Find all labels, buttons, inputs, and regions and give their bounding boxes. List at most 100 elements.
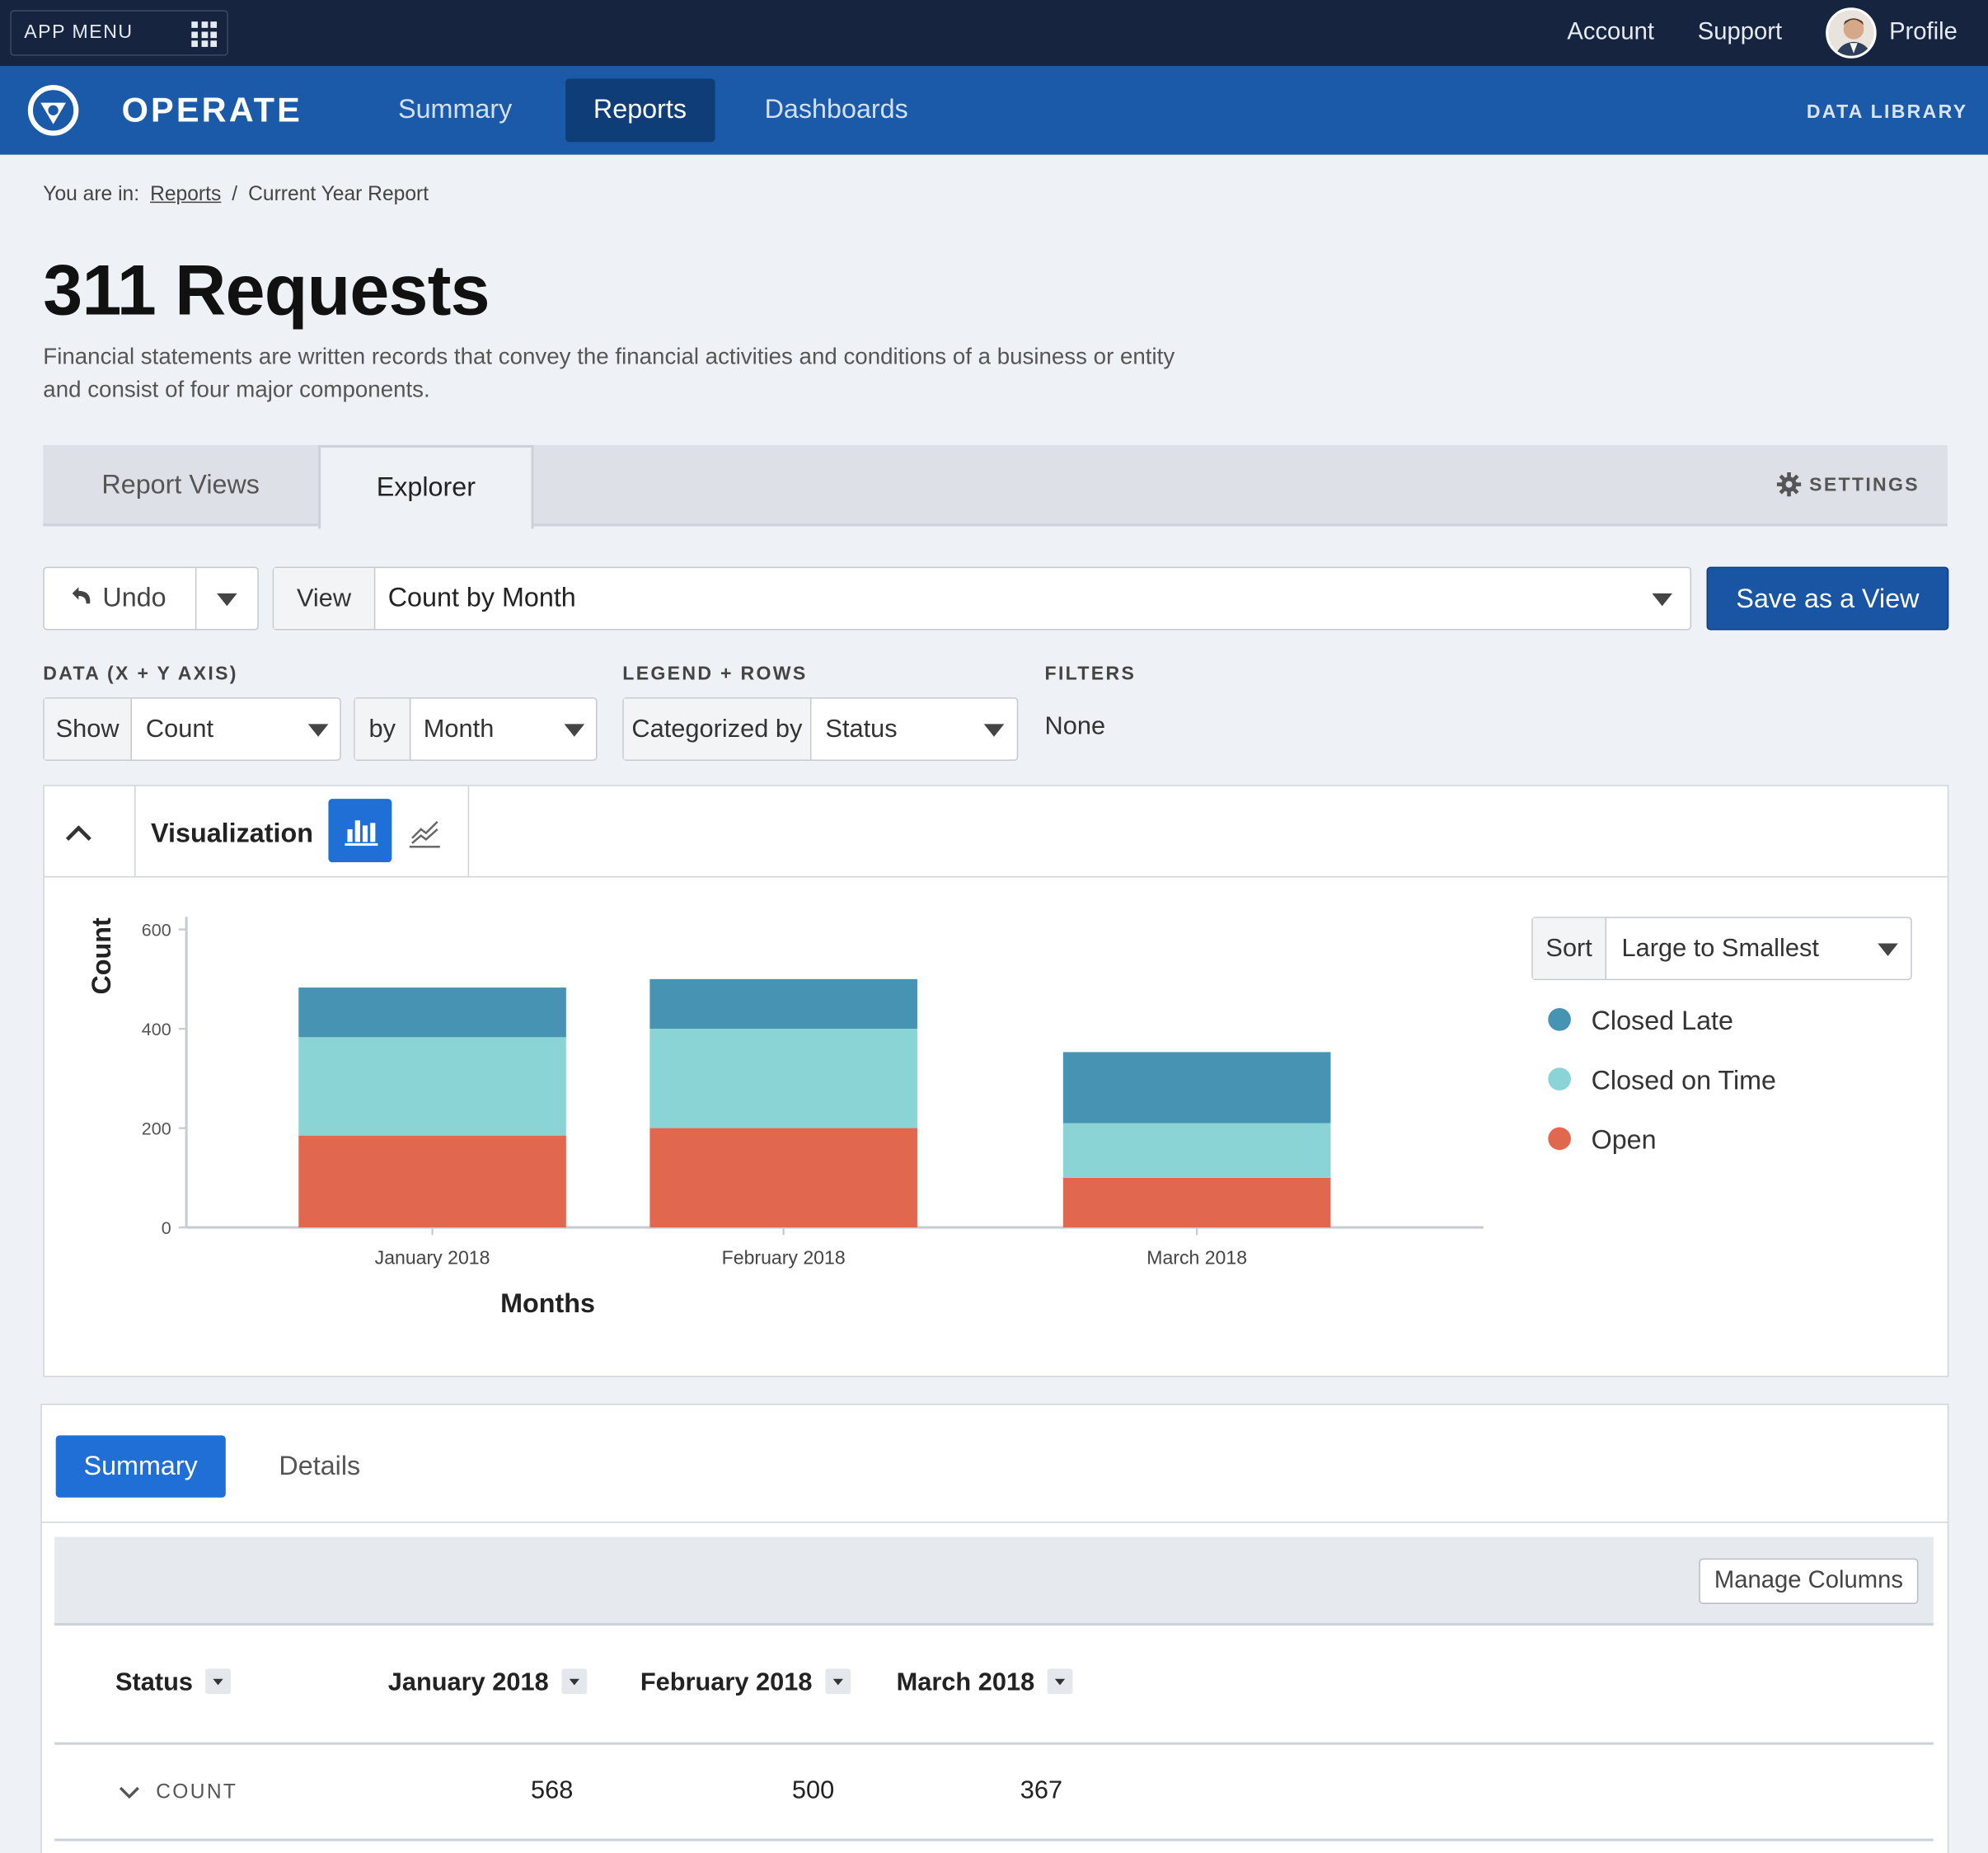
legend-swatch	[1548, 1008, 1571, 1032]
bar-segment	[298, 1037, 566, 1136]
visualization-panel: Visualization 0 200 400 600 Count Januar…	[43, 785, 1949, 1377]
top-bar: APP MENU Account Support Profile	[0, 0, 1988, 66]
legend-item-closed-late: Closed Late	[1548, 1006, 1733, 1037]
sort-select[interactable]: Sort Large to Smallest	[1531, 917, 1912, 981]
y-tick-label: 400	[142, 1020, 171, 1039]
by-select-prefix: by	[354, 698, 411, 760]
column-header-january[interactable]: January 2018	[388, 1668, 587, 1697]
page-title: 311 Requests	[43, 250, 490, 330]
manage-columns-button[interactable]: Manage Columns	[1699, 1558, 1919, 1604]
save-as-view-button[interactable]: Save as a View	[1706, 566, 1949, 631]
legend-swatch	[1548, 1128, 1571, 1151]
tab-summary[interactable]: Summary	[55, 1435, 226, 1498]
legend-item-open: Open	[1548, 1126, 1657, 1156]
categorized-select[interactable]: Categorized by Status	[622, 697, 1019, 761]
table-cell: 568	[530, 1776, 574, 1805]
filters-label: FILTERS	[1044, 663, 1137, 685]
categorized-select-prefix: Categorized by	[623, 698, 812, 760]
bar-segment	[1062, 1177, 1331, 1228]
tab-explorer[interactable]: Explorer	[318, 444, 534, 529]
undo-label: Undo	[102, 583, 166, 612]
app-menu-label: APP MENU	[24, 21, 134, 44]
filters-value[interactable]: None	[1045, 713, 1106, 742]
legend-item-closed-on-time: Closed on Time	[1548, 1067, 1776, 1097]
view-select[interactable]: View Count by Month	[272, 566, 1692, 631]
app-root: APP MENU Account Support Profile OPERATE…	[0, 0, 1988, 1853]
caret-down-icon[interactable]	[824, 1668, 851, 1694]
table-cell: 500	[791, 1776, 835, 1805]
profile-link[interactable]: Profile	[1889, 0, 1958, 66]
bar-chart-toggle[interactable]	[328, 799, 392, 863]
view-select-label: View	[274, 568, 376, 629]
bar-segment	[649, 978, 917, 1030]
caret-down-icon[interactable]	[1047, 1668, 1073, 1694]
bar-segment	[649, 1029, 917, 1128]
x-axis-title: Months	[500, 1288, 595, 1318]
main-nav: OPERATE Summary Reports Dashboards DATA …	[0, 65, 1988, 155]
y-tick-label: 600	[142, 920, 171, 940]
column-header-label: February 2018	[640, 1668, 813, 1697]
nav-tab-dashboards[interactable]: Dashboards	[737, 78, 936, 142]
logo-icon[interactable]	[26, 82, 82, 138]
nav-tab-summary[interactable]: Summary	[370, 78, 540, 142]
report-tabs: Report Views Explorer SETTINGS	[43, 444, 1948, 529]
sort-select-prefix: Sort	[1532, 917, 1607, 979]
column-header-march[interactable]: March 2018	[897, 1668, 1073, 1697]
show-select[interactable]: Show Count	[43, 697, 341, 761]
bar-segment	[1062, 1052, 1331, 1124]
collapse-button[interactable]	[45, 786, 136, 876]
show-select-prefix: Show	[44, 698, 132, 760]
page-description: Financial statements are written records…	[43, 343, 1175, 402]
x-tick-label: March 2018	[1146, 1247, 1247, 1269]
data-axis-label: DATA (X + Y AXIS)	[43, 663, 238, 685]
settings-button[interactable]: SETTINGS	[1776, 445, 1920, 526]
tab-details[interactable]: Details	[251, 1435, 388, 1497]
table-cell: 367	[1020, 1776, 1063, 1805]
stacked-bar-chart: 0 200 400 600 Count January 2018 February 2018…	[87, 917, 1484, 1318]
bar-segment	[1062, 1123, 1331, 1178]
tab-report-views[interactable]: Report Views	[43, 445, 318, 526]
breadcrumb: You are in: Reports / Current Year Repor…	[43, 184, 429, 207]
undo-button[interactable]: Undo	[70, 568, 166, 629]
undo-dropdown-button[interactable]	[196, 568, 258, 629]
y-axis-title: Count	[87, 917, 116, 995]
breadcrumb-link-reports[interactable]: Reports	[150, 184, 221, 205]
line-chart-icon	[409, 820, 440, 848]
account-link[interactable]: Account	[1567, 0, 1654, 66]
by-select[interactable]: by Month	[354, 697, 598, 761]
caret-down-icon[interactable]	[561, 1668, 587, 1694]
legend-swatch	[1548, 1067, 1571, 1091]
x-tick-label: January 2018	[375, 1247, 490, 1269]
divider	[54, 1742, 1934, 1745]
breadcrumb-separator: /	[232, 184, 238, 206]
visualization-title: Visualization	[151, 819, 313, 849]
column-header-february[interactable]: February 2018	[640, 1668, 851, 1697]
undo-icon	[72, 587, 91, 604]
gear-icon	[1776, 471, 1802, 496]
column-header-status[interactable]: Status	[115, 1668, 232, 1697]
line-chart-toggle[interactable]	[402, 799, 448, 862]
divider	[54, 1838, 1934, 1841]
breadcrumb-prefix: You are in:	[43, 184, 140, 206]
settings-label: SETTINGS	[1809, 474, 1920, 496]
bar-segment	[649, 1128, 917, 1228]
caret-down-icon[interactable]	[205, 1668, 232, 1694]
grid-icon	[191, 21, 218, 47]
visualization-header: Visualization	[44, 786, 1948, 878]
avatar[interactable]	[1826, 7, 1877, 59]
chevron-down-icon[interactable]	[118, 1784, 141, 1802]
nav-tab-reports[interactable]: Reports	[565, 78, 715, 143]
app-menu-button[interactable]: APP MENU	[10, 10, 228, 56]
bar-segment	[298, 1135, 566, 1228]
support-link[interactable]: Support	[1698, 0, 1782, 66]
data-library-link[interactable]: DATA LIBRARY	[1807, 66, 1968, 160]
summary-panel: Summary Details Manage Columns Status Ja…	[40, 1403, 1949, 1853]
show-select-value: Count	[145, 715, 214, 744]
view-select-value: Count by Month	[387, 583, 576, 612]
divider	[41, 1521, 1948, 1523]
legend-rows-label: LEGEND + ROWS	[622, 663, 808, 685]
sort-select-value: Large to Smallest	[1621, 934, 1819, 963]
caret-down-icon	[217, 593, 237, 607]
caret-down-icon	[1652, 593, 1673, 607]
breadcrumb-current: Current Year Report	[248, 184, 429, 206]
